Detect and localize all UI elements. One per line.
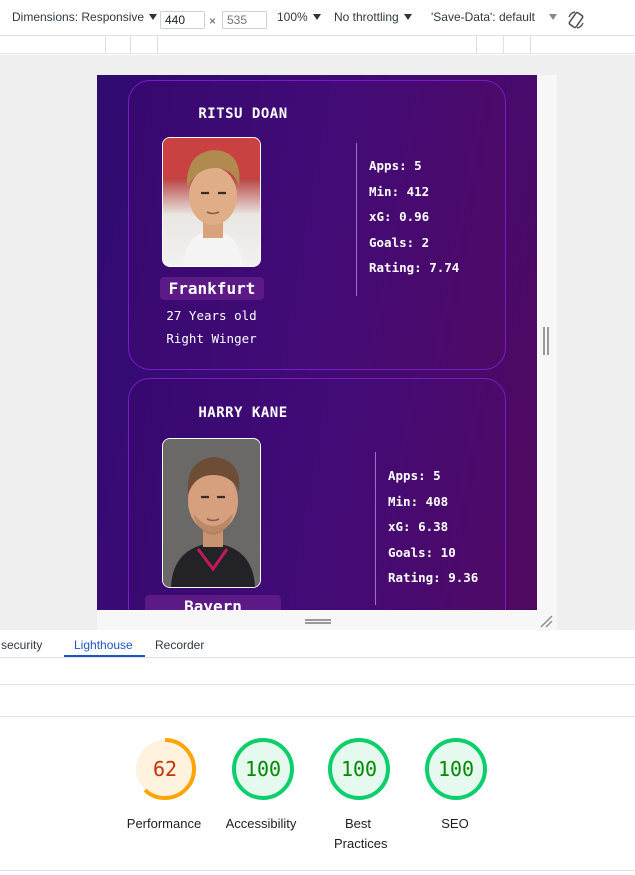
throttling-dropdown[interactable]: No throttling (334, 10, 412, 24)
stat-xg: xG: 0.96 (369, 209, 430, 225)
tab-lighthouse[interactable]: Lighthouse (74, 638, 133, 652)
media-query-ruler (0, 36, 635, 54)
save-data-dropdown[interactable]: 'Save-Data': default (431, 10, 557, 24)
score-value: 62 (152, 757, 178, 781)
score-value: 100 (437, 757, 475, 781)
player-age: 27 Years old (166, 308, 257, 323)
player-photo (162, 438, 261, 588)
stat-apps: Apps: 5 (369, 158, 422, 173)
stat-apps: Apps: 5 (388, 468, 441, 483)
devtools-tabbar: security Lighthouse Recorder (0, 630, 635, 658)
horizontal-resize-handle[interactable] (305, 619, 331, 624)
score-label: SEO (441, 816, 469, 831)
chevron-down-icon (403, 14, 412, 20)
stats-divider (356, 143, 357, 296)
player-card: RITSU DOAN Frankfurt 27 Years old Right … (128, 80, 506, 370)
chevron-down-icon (312, 14, 321, 20)
stat-xg: xG: 6.38 (388, 519, 449, 535)
emulation-stage: RITSU DOAN Frankfurt 27 Years old Right … (0, 55, 635, 630)
stat-rating: Rating: 7.74 (369, 260, 460, 276)
chevron-down-icon (149, 14, 158, 20)
vertical-resize-handle[interactable] (543, 327, 549, 355)
score-label: Accessibility (225, 816, 297, 831)
rotate-icon[interactable] (566, 10, 586, 30)
score-gauge[interactable]: 100 (326, 736, 392, 802)
stat-goals: Goals: 10 (388, 544, 456, 560)
width-input[interactable] (160, 11, 205, 29)
score-gauge[interactable]: 62 (132, 736, 198, 802)
tab-recorder[interactable]: Recorder (155, 638, 204, 652)
club-name: Frankfurt (160, 277, 264, 300)
stat-rating: Rating: 9.36 (388, 570, 479, 586)
stat-minutes: Min: 412 (369, 183, 430, 199)
zoom-label: 100% (277, 10, 308, 24)
stats-divider (375, 452, 376, 605)
times-separator: × (209, 14, 217, 28)
stat-minutes: Min: 408 (388, 493, 449, 509)
zoom-dropdown[interactable]: 100% (277, 10, 321, 24)
score-gauge[interactable]: 100 (230, 736, 296, 802)
active-tab-indicator (64, 655, 145, 657)
score-label: Performance (126, 816, 202, 831)
score-value: 100 (340, 757, 378, 781)
device-viewport[interactable]: RITSU DOAN Frankfurt 27 Years old Right … (97, 75, 537, 610)
score-gauge[interactable]: 100 (423, 736, 489, 802)
divider (0, 716, 635, 717)
tab-security[interactable]: security (1, 638, 42, 652)
save-data-label: 'Save-Data': default (431, 10, 535, 24)
stat-goals: Goals: 2 (369, 234, 430, 250)
chevron-down-icon (548, 14, 557, 20)
score-value: 100 (244, 757, 282, 781)
player-position: Right Winger (166, 331, 257, 346)
divider (0, 684, 635, 685)
player-name: RITSU DOAN (198, 106, 288, 122)
player-photo (162, 137, 261, 267)
player-stats: Apps: 5 Min: 412 xG: 0.96 Goals: 2 Ratin… (369, 153, 459, 281)
club-name: Bayern Munich (145, 595, 281, 610)
divider (0, 870, 635, 871)
score-label: Best Practices (334, 816, 388, 851)
player-card: HARRY KANE Bayern Munich Apps: 5 (128, 378, 506, 610)
dimensions-dropdown[interactable]: Dimensions: Responsive (12, 10, 158, 24)
dimensions-label: Dimensions: Responsive (12, 10, 145, 24)
player-name: HARRY KANE (198, 405, 288, 421)
corner-resize-icon[interactable] (539, 614, 553, 628)
height-input[interactable] (222, 11, 267, 29)
player-stats: Apps: 5 Min: 408 xG: 6.38 Goals: 10 Rati… (388, 463, 478, 591)
device-toolbar: Dimensions: Responsive × 100% No throttl… (0, 0, 635, 36)
throttling-label: No throttling (334, 10, 399, 24)
